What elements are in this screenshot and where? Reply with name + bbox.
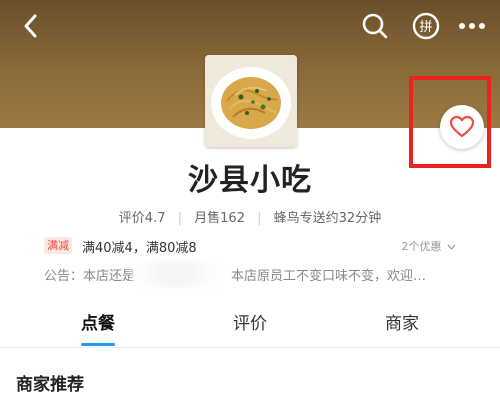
noodle-dish-image	[205, 55, 297, 147]
promo-tag-badge: 满减	[44, 237, 72, 254]
promo-text: 满40减4，满80减8	[82, 241, 197, 256]
chevron-down-icon	[447, 244, 456, 250]
notice-text-end: 本店原员工不变口味不变，欢迎…	[231, 269, 427, 284]
back-button[interactable]	[14, 8, 48, 44]
heart-icon	[449, 115, 475, 138]
tab-order[interactable]: 点餐	[68, 308, 128, 348]
delivery-text: 蜂鸟专送约32分钟	[273, 211, 382, 226]
shop-name: 沙县小吃	[188, 163, 312, 198]
rating-text: 评价4.7	[118, 211, 166, 226]
shop-logo-image	[205, 55, 297, 147]
shop-stats: 评价4.7 | 月售162 | 蜂鸟专送约32分钟	[0, 207, 500, 226]
more-icon	[459, 23, 485, 29]
shop-notice[interactable]: 公告：本店还是 本店原员工不变口味不变，欢迎…	[44, 265, 464, 284]
section-title-recommended: 商家推荐	[16, 375, 84, 395]
section-divider	[0, 347, 500, 348]
shop-tabs: 点餐 评价 商家	[0, 308, 500, 348]
back-arrow-icon	[24, 14, 37, 38]
promo-count[interactable]: 2个优惠	[402, 238, 457, 254]
promo-count-label: 2个优惠	[401, 240, 442, 253]
stats-divider: |	[177, 211, 183, 226]
favorite-button[interactable]	[440, 105, 484, 149]
tab-review[interactable]: 评价	[220, 308, 280, 348]
monthly-sales-text: 月售162	[194, 211, 245, 226]
group-order-icon: 拼	[412, 12, 440, 40]
search-button[interactable]	[358, 8, 392, 44]
more-button[interactable]	[455, 8, 489, 44]
notice-text-start: 公告：本店还是	[44, 269, 136, 284]
promotion-row[interactable]: 满减 满40减4，满80减8 2个优惠	[44, 236, 464, 256]
top-navigation-bar: 拼	[0, 0, 500, 60]
group-order-button[interactable]: 拼	[409, 8, 443, 44]
tab-merchant[interactable]: 商家	[372, 308, 432, 348]
active-tab-indicator	[81, 343, 115, 346]
redacted-blur	[131, 261, 221, 287]
stats-divider: |	[257, 211, 262, 226]
search-icon	[362, 13, 388, 39]
group-order-label: 拼	[419, 20, 432, 35]
